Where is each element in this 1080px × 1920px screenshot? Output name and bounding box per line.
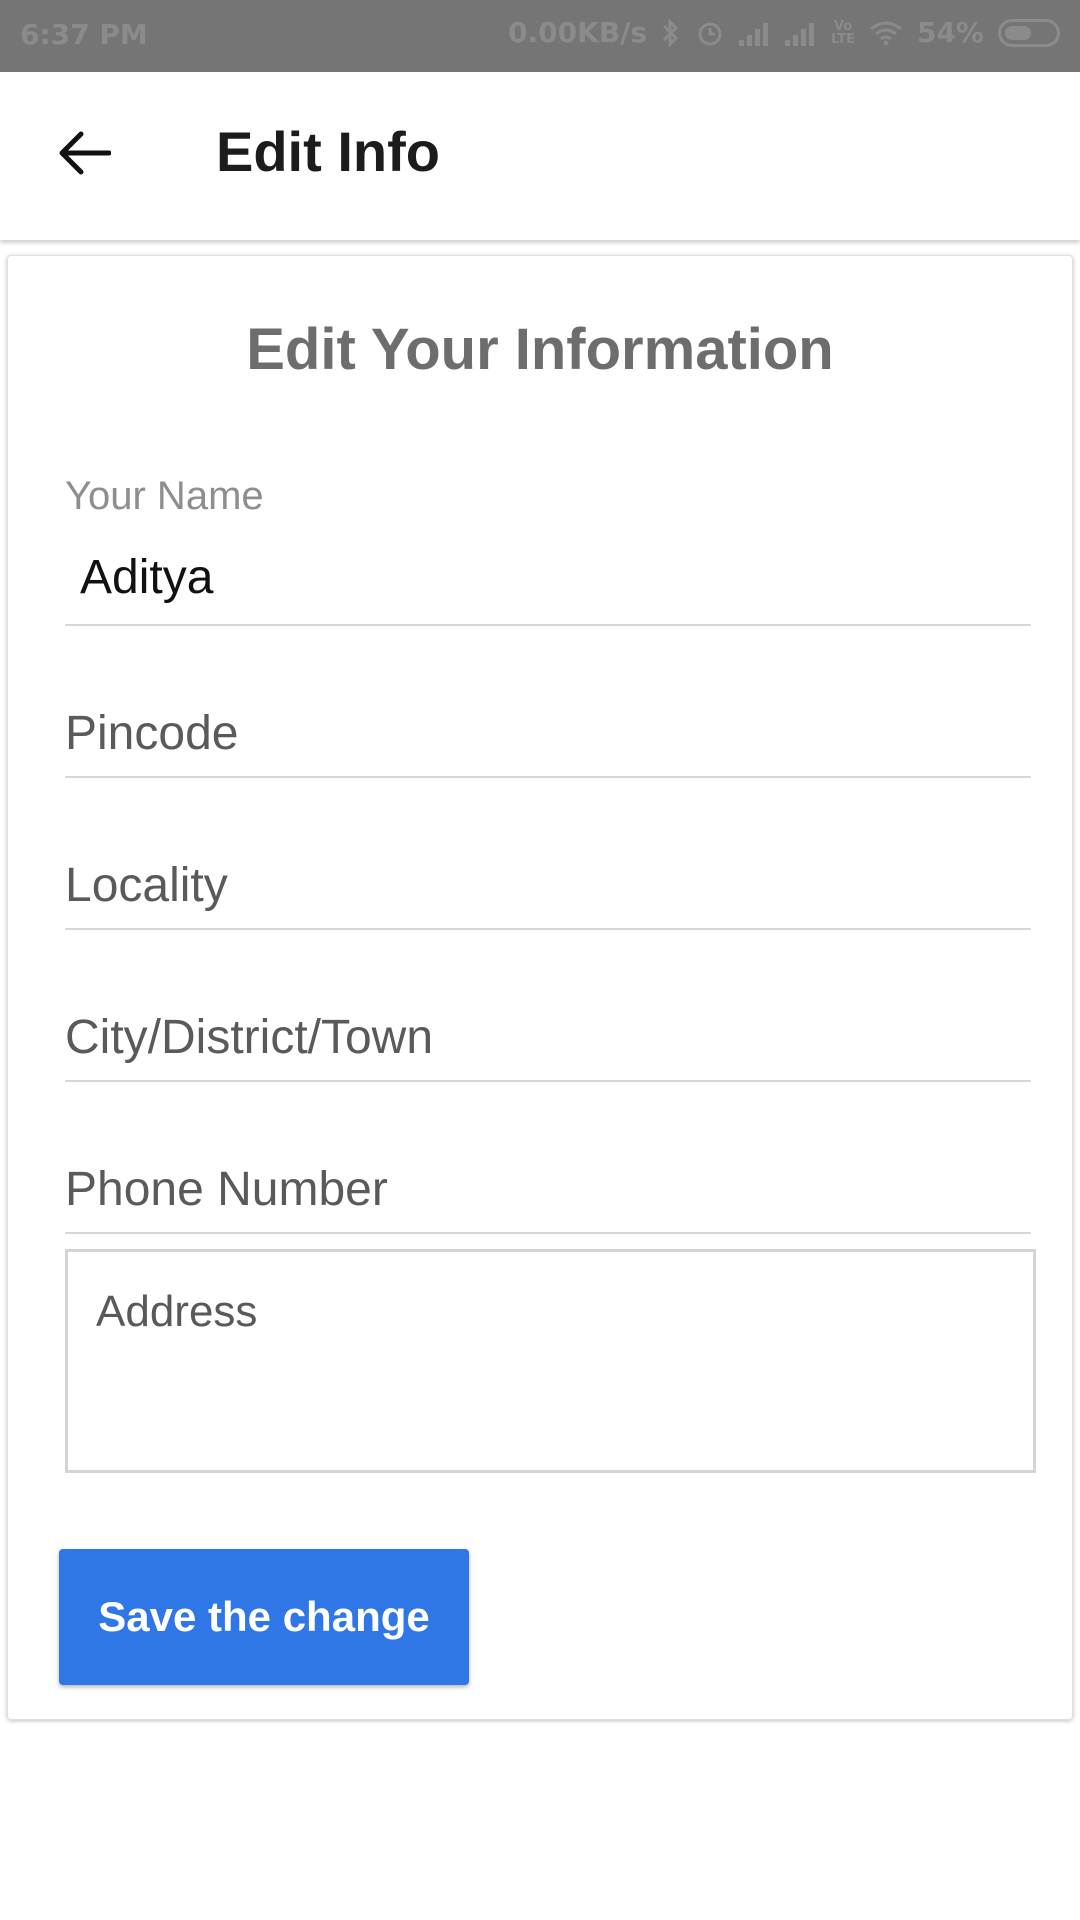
network-speed: 0.00KB/s	[508, 16, 648, 49]
form-heading: Edit Your Information	[246, 317, 834, 382]
page-title: Edit Info	[216, 120, 440, 183]
app-bar: Edit Info	[0, 72, 1080, 240]
battery-percent: 54%	[916, 16, 984, 49]
address-field[interactable]: Address	[65, 1249, 1036, 1473]
city-field[interactable]: City/District/Town	[65, 1000, 1031, 1082]
save-button[interactable]: Save the change	[59, 1549, 469, 1685]
bluetooth-icon	[661, 17, 681, 48]
name-field[interactable]: Your Name Aditya	[65, 476, 1031, 626]
city-placeholder: City/District/Town	[65, 1011, 434, 1064]
edit-info-card: Edit Your Information Your Name Aditya P…	[7, 255, 1073, 1720]
alarm-icon	[695, 18, 725, 48]
address-placeholder: Address	[96, 1287, 258, 1336]
wifi-icon	[869, 20, 903, 46]
volte-bottom: LTE	[831, 31, 855, 47]
signal-icon	[739, 20, 771, 46]
pincode-placeholder: Pincode	[65, 707, 239, 760]
locality-field[interactable]: Locality	[65, 848, 1031, 930]
battery-icon	[998, 18, 1060, 47]
signal-icon	[785, 20, 817, 46]
name-label: Your Name	[65, 474, 264, 518]
status-icons: 0.00KB/s Vo LTE 54%	[508, 16, 1060, 49]
volte-icon: Vo LTE	[831, 20, 855, 46]
name-value[interactable]: Aditya	[80, 554, 213, 602]
locality-placeholder: Locality	[65, 859, 228, 912]
pincode-field[interactable]: Pincode	[65, 696, 1031, 778]
phone-placeholder: Phone Number	[65, 1163, 388, 1216]
status-bar: 6:37 PM 0.00KB/s Vo LTE 54%	[0, 0, 1080, 72]
arrow-left-icon	[59, 131, 111, 175]
phone-field[interactable]: Phone Number	[65, 1152, 1031, 1234]
volte-top: Vo	[833, 18, 853, 34]
back-button[interactable]	[44, 118, 124, 188]
status-time: 6:37 PM	[20, 18, 148, 51]
